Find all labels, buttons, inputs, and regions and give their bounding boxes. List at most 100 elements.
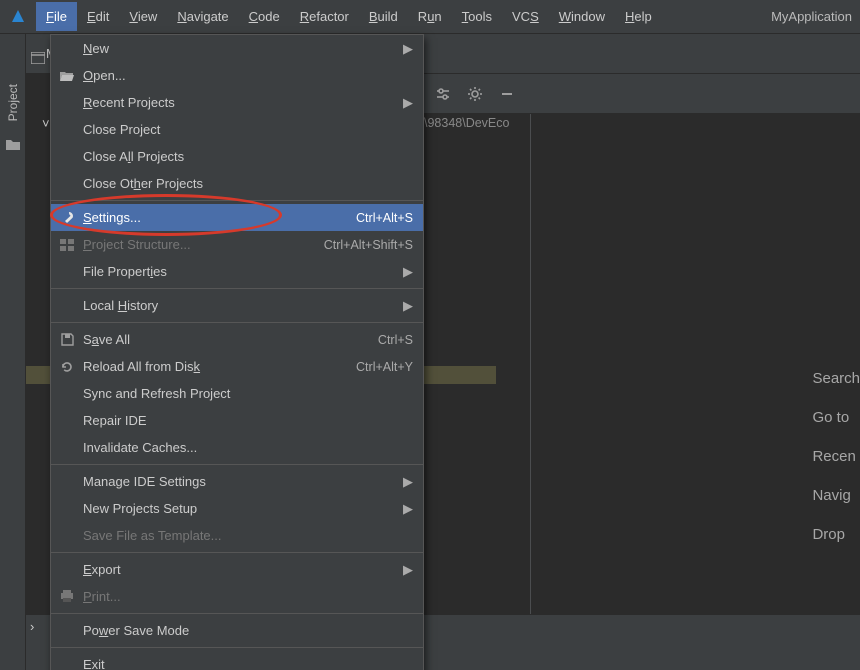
menu-item-power-save-mode[interactable]: Power Save Mode (51, 617, 423, 644)
menu-separator (51, 613, 423, 614)
menu-item-export[interactable]: Export ▶ (51, 556, 423, 583)
submenu-arrow-icon: ▶ (403, 501, 413, 517)
menu-item-sync-and-refresh-project[interactable]: Sync and Refresh Project (51, 380, 423, 407)
minimize-icon[interactable] (498, 85, 516, 103)
menu-item-label: Sync and Refresh Project (83, 386, 230, 401)
submenu-arrow-icon: ▶ (403, 95, 413, 111)
menubar-item-run[interactable]: Run (408, 2, 452, 31)
menu-separator (51, 322, 423, 323)
menubar-item-navigate[interactable]: Navigate (167, 2, 238, 31)
menu-item-label: Local History (83, 298, 158, 313)
reload-icon (59, 359, 75, 375)
file-menu-dropdown: New ▶ Open... Recent Projects ▶ Close Project… (50, 34, 424, 670)
menu-item-save-file-as-template: Save File as Template... (51, 522, 423, 549)
menu-item-label: New Projects Setup (83, 501, 197, 516)
menu-item-local-history[interactable]: Local History ▶ (51, 292, 423, 319)
editor-hints: Search Go to Recen Navig Drop (812, 370, 860, 543)
main-area: M P ˅ \98348\DevEco Search Go to Recen N… (26, 34, 860, 670)
menu-item-file-properties[interactable]: File Properties ▶ (51, 258, 423, 285)
printer-icon (59, 589, 75, 605)
menu-item-label: Project Structure... (83, 237, 191, 252)
menubar-item-code[interactable]: Code (239, 2, 290, 31)
menu-item-new-projects-setup[interactable]: New Projects Setup ▶ (51, 495, 423, 522)
left-tool-gutter: Project (0, 34, 26, 670)
gear-icon[interactable] (466, 85, 484, 103)
submenu-arrow-icon: ▶ (403, 474, 413, 490)
menubar-item-edit[interactable]: Edit (77, 2, 119, 31)
menu-separator (51, 288, 423, 289)
menu-item-recent-projects[interactable]: Recent Projects ▶ (51, 89, 423, 116)
menu-item-save-all[interactable]: Save All Ctrl+S (51, 326, 423, 353)
menu-shortcut: Ctrl+Alt+Y (356, 360, 413, 374)
chevron-right-icon[interactable]: › (30, 619, 34, 634)
menu-item-open[interactable]: Open... (51, 62, 423, 89)
menu-separator (51, 464, 423, 465)
menu-item-label: Invalidate Caches... (83, 440, 197, 455)
menu-item-label: Exit (83, 657, 105, 670)
menu-item-label: Print... (83, 589, 121, 604)
submenu-arrow-icon: ▶ (403, 562, 413, 578)
menu-item-label: Close Project (83, 122, 160, 137)
menu-item-manage-ide-settings[interactable]: Manage IDE Settings ▶ (51, 468, 423, 495)
menu-item-exit[interactable]: Exit (51, 651, 423, 670)
menu-item-label: Power Save Mode (83, 623, 189, 638)
app-logo-icon (6, 5, 30, 29)
window-title: MyApplication (771, 9, 860, 24)
menu-item-invalidate-caches[interactable]: Invalidate Caches... (51, 434, 423, 461)
menubar-item-build[interactable]: Build (359, 2, 408, 31)
menu-item-label: Repair IDE (83, 413, 147, 428)
menubar-item-tools[interactable]: Tools (452, 2, 502, 31)
menu-item-close-project[interactable]: Close Project (51, 116, 423, 143)
menu-item-label: Save All (83, 332, 130, 347)
menu-separator (51, 552, 423, 553)
menu-item-print: Print... (51, 583, 423, 610)
menubar-item-file[interactable]: File (36, 2, 77, 31)
hint-line: Go to (812, 409, 860, 426)
menu-item-label: New (83, 41, 109, 56)
menu-item-label: Save File as Template... (83, 528, 222, 543)
menu-item-repair-ide[interactable]: Repair IDE (51, 407, 423, 434)
hint-line: Recen (812, 448, 860, 465)
menu-shortcut: Ctrl+Alt+Shift+S (324, 238, 413, 252)
menu-item-label: Reload All from Disk (83, 359, 200, 374)
menu-item-label: Recent Projects (83, 95, 175, 110)
project-tool-button[interactable]: Project (6, 84, 20, 121)
menu-item-label: Close Other Projects (83, 176, 203, 191)
menubar-item-refactor[interactable]: Refactor (290, 2, 359, 31)
menu-item-close-all-projects[interactable]: Close All Projects (51, 143, 423, 170)
editor-toolbar (424, 74, 860, 114)
menubar-item-vcs[interactable]: VCS (502, 2, 549, 31)
path-fragment: \98348\DevEco (424, 116, 509, 130)
menubar: FileEditViewNavigateCodeRefactorBuildRun… (0, 0, 860, 34)
menu-item-settings[interactable]: Settings...Ctrl+Alt+S (51, 204, 423, 231)
menu-separator (51, 647, 423, 648)
menubar-item-window[interactable]: Window (549, 2, 615, 31)
hint-line: Search (812, 370, 860, 387)
menu-item-close-other-projects[interactable]: Close Other Projects (51, 170, 423, 197)
wrench-icon (59, 210, 75, 226)
submenu-arrow-icon: ▶ (403, 41, 413, 57)
chevron-down-icon[interactable]: ˅ (42, 116, 50, 131)
folder-icon[interactable] (5, 137, 21, 153)
settings-sliders-icon[interactable] (434, 85, 452, 103)
folder-open-icon (59, 68, 75, 84)
menu-item-label: File Properties (83, 264, 167, 279)
menu-separator (51, 200, 423, 201)
menu-item-reload-all-from-disk[interactable]: Reload All from Disk Ctrl+Alt+Y (51, 353, 423, 380)
submenu-arrow-icon: ▶ (403, 264, 413, 280)
menu-item-label: Export (83, 562, 121, 577)
window-icon (30, 50, 46, 66)
hint-line: Drop (812, 526, 860, 543)
menu-item-label: Manage IDE Settings (83, 474, 206, 489)
menu-item-label: Open... (83, 68, 126, 83)
save-icon (59, 332, 75, 348)
menu-item-label: Settings... (83, 210, 141, 225)
menubar-item-view[interactable]: View (119, 2, 167, 31)
hint-line: Navig (812, 487, 860, 504)
submenu-arrow-icon: ▶ (403, 298, 413, 314)
menubar-item-help[interactable]: Help (615, 2, 662, 31)
menu-shortcut: Ctrl+S (378, 333, 413, 347)
menu-item-new[interactable]: New ▶ (51, 35, 423, 62)
menu-item-project-structure: Project Structure... Ctrl+Alt+Shift+S (51, 231, 423, 258)
splitter[interactable] (530, 114, 531, 646)
